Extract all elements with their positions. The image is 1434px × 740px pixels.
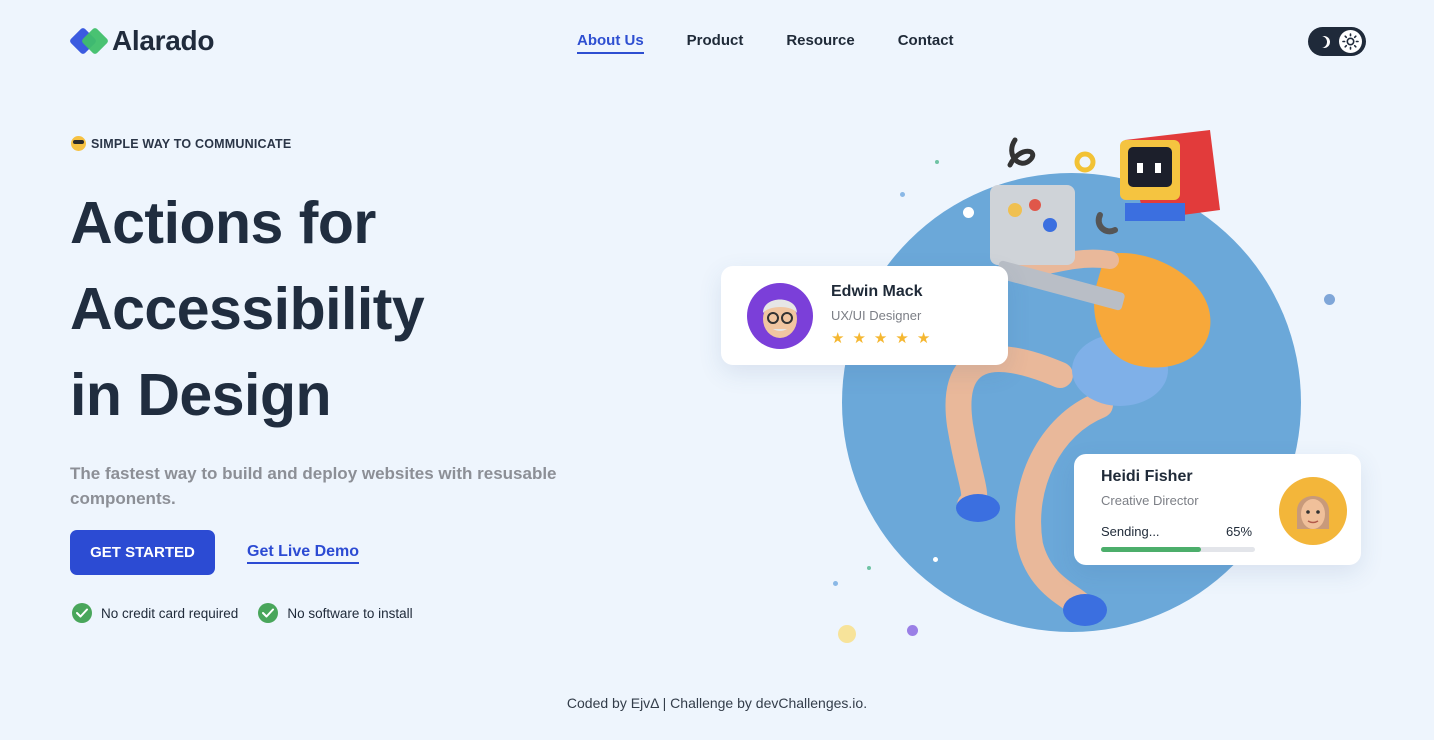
person-role: Creative Director	[1101, 493, 1199, 508]
hero-character-illustration	[945, 130, 1220, 626]
progress-bar	[1101, 547, 1255, 552]
progress-percent: 65%	[1226, 524, 1253, 539]
check-icon	[72, 603, 92, 623]
tagline-text: SIMPLE WAY TO COMMUNICATE	[91, 136, 292, 151]
star-icon: ★	[852, 330, 866, 347]
person-name: Heidi Fisher	[1101, 468, 1193, 485]
live-demo-link[interactable]: Get Live Demo	[247, 543, 360, 564]
decor-dot	[833, 581, 838, 586]
feature-label: No credit card required	[101, 605, 239, 621]
headline-line-1: Actions for	[70, 190, 376, 256]
decor-dot	[900, 192, 905, 197]
sunglasses-emoji-icon	[71, 136, 86, 151]
feature-item: No credit card required	[72, 603, 238, 623]
progress-label: Sending...	[1101, 524, 1160, 539]
star-icon: ★	[831, 330, 845, 347]
star-icon: ★	[895, 330, 909, 347]
headline-line-2: Accessibility	[70, 276, 425, 342]
progress-bar-fill	[1101, 547, 1202, 552]
theme-toggle[interactable]	[1308, 27, 1366, 56]
profile-card-edwin: Edwin Mack UX/UI Designer ★ ★ ★ ★ ★	[721, 266, 1008, 365]
decor-dot	[907, 625, 918, 636]
person-name: Edwin Mack	[831, 283, 923, 300]
check-icon	[258, 603, 279, 623]
person-role: UX/UI Designer	[831, 308, 922, 323]
hero-tagline: SIMPLE WAY TO COMMUNICATE	[71, 136, 291, 151]
main-nav: About Us Product Resource Contact	[577, 32, 954, 54]
headline-line-3: in Design	[70, 362, 332, 428]
footer-credit: Coded by EjvΔ | Challenge by devChalleng…	[566, 695, 868, 711]
feature-list: No credit card required No software to i…	[72, 603, 413, 623]
hero-subtext: The fastest way to build and deploy webs…	[70, 464, 557, 508]
decor-dot	[838, 625, 856, 643]
nav-item-product[interactable]: Product	[687, 32, 744, 54]
feature-label: No software to install	[287, 605, 413, 621]
brand-name: Alarado	[112, 25, 215, 56]
get-started-button[interactable]: GET STARTED	[70, 530, 215, 575]
feature-item: No software to install	[258, 603, 413, 623]
profile-card-heidi: Heidi Fisher Creative Director Sending..…	[1074, 454, 1361, 565]
star-icon: ★	[916, 330, 931, 347]
rating-stars: ★ ★ ★ ★ ★	[831, 331, 930, 346]
nav-item-about-us[interactable]: About Us	[577, 32, 644, 54]
avatar	[1279, 477, 1347, 545]
nav-item-resource[interactable]: Resource	[786, 32, 854, 54]
hero-headline: Actions for Accessibility in Design	[70, 180, 425, 438]
brand-logo[interactable]: Alarado	[68, 25, 215, 57]
logo-icon	[68, 25, 110, 57]
sun-icon	[1339, 30, 1362, 53]
decor-dot	[1324, 294, 1335, 305]
moon-icon	[1318, 36, 1330, 48]
decor-dot	[867, 566, 871, 570]
nav-item-contact[interactable]: Contact	[898, 32, 954, 54]
star-icon: ★	[873, 330, 888, 347]
avatar	[747, 283, 813, 349]
